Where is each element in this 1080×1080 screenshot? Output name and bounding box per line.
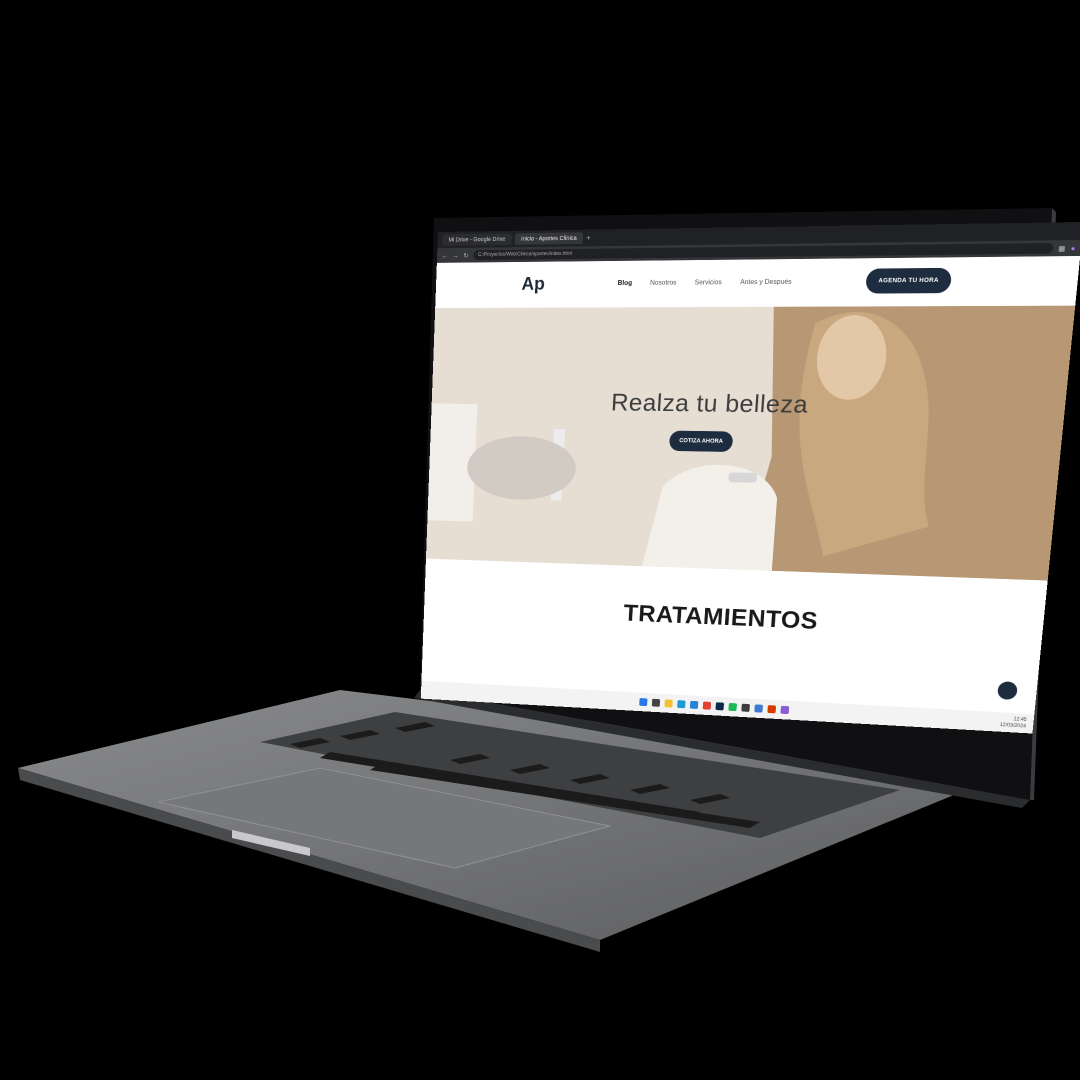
clock-date: 12/03/2024	[999, 722, 1026, 730]
browser-tab[interactable]: Mi Drive - Google Drive	[442, 233, 512, 245]
browser-tab-active[interactable]: Inicio - Aportes Clínica	[515, 232, 584, 245]
app-icon[interactable]	[741, 704, 750, 712]
defender-icon[interactable]	[754, 704, 763, 712]
spotify-icon[interactable]	[728, 703, 737, 711]
quote-now-button[interactable]: COTIZA AHORA	[669, 431, 734, 452]
site-header: Ap Blog Nosotros Servicios Antes y Despu…	[435, 256, 1080, 308]
vscode-icon[interactable]	[690, 701, 698, 709]
os-taskbar: 12:45 12/03/2024	[421, 681, 1035, 734]
book-appointment-button[interactable]: AGENDA TU HORA	[865, 268, 952, 294]
site-menu: Blog Nosotros Servicios Antes y Después	[617, 278, 791, 287]
hero-title: Realza tu belleza	[610, 389, 809, 419]
menu-item-nosotros[interactable]: Nosotros	[650, 279, 677, 287]
photoshop-icon[interactable]	[715, 702, 724, 710]
laptop-mockup: Mi Drive - Google Drive Inicio - Aportes…	[0, 0, 1080, 1080]
menu-item-blog[interactable]: Blog	[617, 279, 632, 287]
menu-item-antes-despues[interactable]: Antes y Después	[740, 278, 792, 286]
browser-window: Mi Drive - Google Drive Inicio - Aportes…	[421, 222, 1080, 734]
search-icon[interactable]	[652, 699, 660, 707]
hero-banner: Realza tu belleza COTIZA AHORA	[426, 306, 1075, 581]
menu-item-servicios[interactable]: Servicios	[694, 278, 722, 286]
profile-icon[interactable]: ●	[1071, 244, 1076, 252]
website: Ap Blog Nosotros Servicios Antes y Despu…	[421, 256, 1080, 734]
section-title: TRATAMIENTOS	[424, 592, 1044, 645]
chrome-icon[interactable]	[703, 702, 712, 710]
new-tab-button[interactable]: +	[586, 234, 591, 242]
back-icon[interactable]: ←	[442, 252, 448, 259]
app-icon[interactable]	[780, 706, 789, 714]
office-icon[interactable]	[767, 705, 776, 713]
chat-bubble-icon[interactable]	[997, 681, 1018, 700]
site-logo[interactable]: Ap	[521, 273, 545, 294]
extensions-icon[interactable]: ▦	[1058, 244, 1066, 252]
screen: Mi Drive - Google Drive Inicio - Aportes…	[438, 232, 1038, 742]
forward-icon[interactable]: →	[452, 252, 458, 259]
edge-icon[interactable]	[677, 700, 685, 708]
windows-start-icon[interactable]	[639, 698, 647, 706]
hero-photo	[426, 306, 1075, 581]
system-clock[interactable]: 12:45 12/03/2024	[999, 715, 1027, 729]
reload-icon[interactable]: ↻	[463, 252, 468, 259]
file-explorer-icon[interactable]	[664, 699, 672, 707]
